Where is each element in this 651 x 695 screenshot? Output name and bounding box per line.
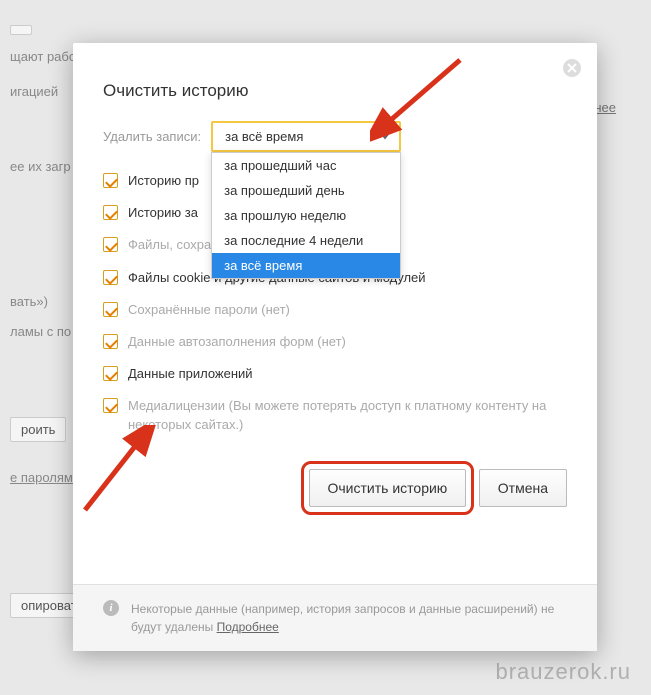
check-label: Данные автозаполнения форм (нет) [128,333,346,351]
watermark: brauzerok.ru [495,659,631,685]
dialog-footer: i Некоторые данные (например, история за… [73,584,597,651]
check-label: Сохранённые пароли (нет) [128,301,290,319]
dialog-title: Очистить историю [73,43,597,121]
checkbox[interactable] [103,270,118,285]
dropdown-option[interactable]: за прошедший день [212,178,400,203]
time-range-row: Удалить записи: за всё время за прошедши… [73,121,597,152]
footer-text: Некоторые данные (например, история запр… [131,600,567,636]
bg-link: нее [594,100,616,115]
dialog-actions: Очистить историю Отмена [73,454,597,522]
time-range-select-wrap: за всё время за прошедший час за прошедш… [211,121,401,152]
check-label: Историю за [128,204,198,222]
checkbox[interactable] [103,302,118,317]
check-row-passwords: Сохранённые пароли (нет) [103,301,567,319]
dropdown-option[interactable]: за прошедший час [212,153,400,178]
check-label: Данные приложений [128,365,253,383]
time-range-select[interactable]: за всё время [211,121,401,152]
check-label: Историю пр [128,172,199,190]
learn-more-link[interactable]: Подробнее [217,620,279,634]
check-label: Медиалицензии (Вы можете потерять доступ… [128,397,567,433]
checkbox[interactable] [103,334,118,349]
check-row-autofill: Данные автозаполнения форм (нет) [103,333,567,351]
clear-history-dialog: Очистить историю Удалить записи: за всё … [73,43,597,651]
cancel-button[interactable]: Отмена [479,469,567,507]
check-row-appdata: Данные приложений [103,365,567,383]
checkbox[interactable] [103,398,118,413]
bg-button [10,25,32,35]
checkbox[interactable] [103,237,118,252]
dropdown-option[interactable]: за всё время [212,253,400,278]
checkbox[interactable] [103,205,118,220]
bg-button: роить [10,417,66,442]
checkbox[interactable] [103,173,118,188]
time-range-dropdown: за прошедший час за прошедший день за пр… [211,152,401,279]
info-icon: i [103,600,119,616]
clear-history-button[interactable]: Очистить историю [309,469,467,507]
dropdown-option[interactable]: за последние 4 недели [212,228,400,253]
delete-label: Удалить записи: [103,129,201,144]
check-row-media-licenses: Медиалицензии (Вы можете потерять доступ… [103,397,567,433]
close-icon[interactable] [562,58,582,78]
checkbox[interactable] [103,366,118,381]
dropdown-option[interactable]: за прошлую неделю [212,203,400,228]
